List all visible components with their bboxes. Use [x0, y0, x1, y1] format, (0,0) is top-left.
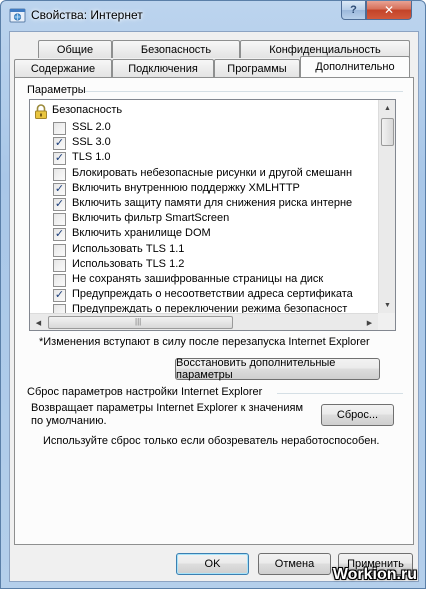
- tab-advanced[interactable]: Дополнительно: [300, 56, 410, 77]
- scroll-grip-icon: |||: [135, 317, 142, 326]
- setting-checkbox[interactable]: ✓: [53, 289, 66, 303]
- settings-category-security: Безопасность: [52, 104, 123, 116]
- lock-icon: [35, 104, 47, 119]
- reset-group-divider: [277, 393, 403, 394]
- setting-label[interactable]: Не сохранять зашифрованные страницы на д…: [72, 273, 323, 285]
- advanced-tab-panel: Параметры Безопасность SSL 2.0 ✓ SSL 3.0 ✓ T…: [14, 77, 414, 545]
- dialog-client-area: Общие Безопасность Конфиденциальность Со…: [9, 31, 419, 582]
- settings-horizontal-scrollbar[interactable]: ◀ ||| ▶: [30, 313, 378, 330]
- scroll-right-icon[interactable]: ▶: [361, 314, 378, 330]
- setting-checkbox[interactable]: [53, 243, 66, 257]
- setting-label[interactable]: Предупреждать о несоответствии адреса се…: [72, 288, 353, 300]
- scroll-up-icon[interactable]: ▲: [379, 100, 395, 117]
- tab-connections[interactable]: Подключения: [112, 59, 214, 77]
- setting-label[interactable]: SSL 2.0: [72, 121, 111, 133]
- scroll-down-icon[interactable]: ▼: [379, 297, 395, 314]
- restore-advanced-button[interactable]: Восстановить дополнительные параметры: [175, 357, 380, 381]
- horizontal-scroll-thumb[interactable]: |||: [48, 316, 233, 329]
- scroll-corner: [378, 313, 395, 330]
- setting-label[interactable]: TLS 1.0: [72, 151, 111, 163]
- setting-label[interactable]: Включить защиту памяти для снижения риск…: [72, 197, 352, 209]
- setting-label[interactable]: Блокировать небезопасные рисунки и друго…: [72, 167, 352, 179]
- setting-checkbox[interactable]: ✓: [53, 228, 66, 242]
- settings-group-divider: [85, 91, 403, 92]
- tab-programs[interactable]: Программы: [214, 59, 300, 77]
- setting-label[interactable]: SSL 3.0: [72, 136, 111, 148]
- setting-checkbox[interactable]: [53, 167, 66, 181]
- setting-checkbox[interactable]: [53, 258, 66, 272]
- setting-label[interactable]: Включить хранилище DOM: [72, 227, 211, 239]
- setting-checkbox[interactable]: [53, 213, 66, 227]
- title-bar[interactable]: Свойства: Интернет ? ✕: [1, 1, 425, 31]
- vertical-scroll-thumb[interactable]: [381, 118, 394, 146]
- watermark-text: Workion.ru: [332, 566, 417, 583]
- help-button[interactable]: ?: [341, 1, 366, 20]
- settings-list[interactable]: Безопасность SSL 2.0 ✓ SSL 3.0 ✓ TLS 1.0 Блок…: [29, 99, 396, 331]
- reset-group-label: Сброс параметров настройки Internet Expl…: [27, 386, 263, 398]
- reset-button[interactable]: Сброс...: [321, 404, 394, 426]
- tab-general[interactable]: Общие: [38, 40, 112, 58]
- setting-checkbox[interactable]: ✓: [53, 152, 66, 166]
- restart-note: *Изменения вступают в силу после перезап…: [39, 336, 370, 348]
- reset-description-line2: по умолчанию.: [31, 415, 107, 427]
- setting-label[interactable]: Использовать TLS 1.1: [72, 243, 184, 255]
- setting-label[interactable]: Включить внутреннюю поддержку XMLHTTP: [72, 182, 300, 194]
- internet-options-icon: [9, 8, 26, 23]
- setting-checkbox[interactable]: ✓: [53, 137, 66, 151]
- setting-checkbox[interactable]: ✓: [53, 182, 66, 196]
- settings-group-label: Параметры: [27, 84, 86, 96]
- ok-button[interactable]: OK: [176, 553, 249, 575]
- tab-security[interactable]: Безопасность: [112, 40, 240, 58]
- setting-checkbox[interactable]: [53, 122, 66, 135]
- window-title: Свойства: Интернет: [31, 8, 143, 22]
- settings-vertical-scrollbar[interactable]: ▲ ▼: [378, 100, 395, 314]
- tab-content[interactable]: Содержание: [14, 59, 112, 77]
- cancel-button[interactable]: Отмена: [258, 553, 331, 575]
- reset-warning: Используйте сброс только если обозревате…: [43, 435, 380, 447]
- setting-label[interactable]: Использовать TLS 1.2: [72, 258, 184, 270]
- setting-checkbox[interactable]: ✓: [53, 198, 66, 211]
- reset-description-line1: Возвращает параметры Internet Explorer к…: [31, 402, 304, 414]
- close-button[interactable]: ✕: [366, 1, 412, 20]
- internet-options-window: Свойства: Интернет ? ✕ Общие Безопасност…: [0, 0, 426, 589]
- setting-checkbox[interactable]: [53, 274, 66, 287]
- scroll-left-icon[interactable]: ◀: [30, 314, 47, 330]
- setting-label[interactable]: Включить фильтр SmartScreen: [72, 212, 229, 224]
